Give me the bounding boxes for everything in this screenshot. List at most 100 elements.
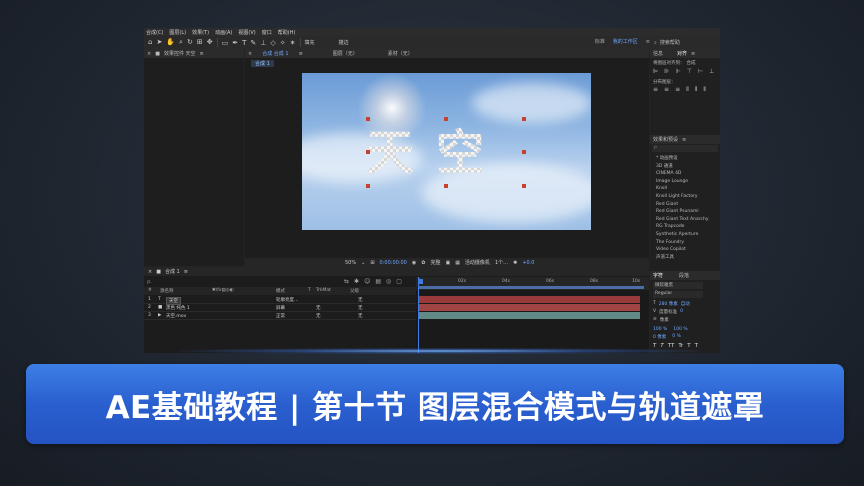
menu-layer[interactable]: 图层(L) — [169, 29, 186, 36]
playhead[interactable] — [418, 277, 423, 353]
effects-category[interactable]: Video Copilot — [650, 246, 720, 254]
exposure-icon[interactable]: ✺ — [513, 260, 517, 266]
grid-icon[interactable]: ⊞ — [370, 260, 374, 266]
align-tab[interactable]: 对齐 — [677, 50, 687, 57]
chevron-down-icon[interactable]: ⌄ — [361, 260, 365, 266]
camera-select[interactable]: 活动摄像机 — [465, 259, 490, 266]
effects-search-input[interactable]: ρ — [652, 145, 718, 152]
close-icon[interactable]: × — [148, 269, 152, 275]
leading-value[interactable]: 自动 — [681, 301, 690, 307]
layer-mode[interactable]: 屏幕 — [276, 305, 285, 311]
transform-handle[interactable] — [522, 117, 526, 121]
timeline-tab[interactable]: 合成 1 — [165, 268, 180, 275]
draft-3d-icon[interactable]: ✱ — [354, 278, 359, 285]
paragraph-tab[interactable]: 段落 — [679, 272, 689, 279]
search-help[interactable]: ⌕ 搜索帮助 — [654, 38, 718, 47]
views-select[interactable]: 1个… — [495, 259, 508, 266]
transform-handle[interactable] — [444, 184, 448, 188]
table-row[interactable]: 3 ▶ 天空.mov 正常 无 无 — [144, 312, 416, 320]
transform-handle[interactable] — [522, 184, 526, 188]
font-family-select[interactable]: 微软雅黑 — [653, 282, 703, 289]
distribute-bottom-icon[interactable]: ≡ — [675, 86, 680, 94]
font-size-value[interactable]: 280 像素 — [659, 301, 678, 307]
vertical-scale-value[interactable]: 100 % — [653, 327, 667, 332]
transform-handle[interactable] — [366, 184, 370, 188]
timeline-tracks[interactable]: 0s 02s 04s 06s 08s 10s — [416, 277, 649, 353]
layer-mode[interactable]: 正常 — [276, 313, 285, 319]
panel-menu-icon[interactable]: ≡ — [682, 137, 686, 143]
effects-category[interactable]: Knoll — [650, 185, 720, 193]
pan-behind-icon[interactable]: ✥ — [207, 38, 213, 47]
brush-tool-icon[interactable]: ✎ — [250, 39, 256, 47]
table-row[interactable]: 2 ■ 黑色 纯色 1 屏幕 无 无 — [144, 304, 416, 312]
type-tool-icon[interactable]: T — [242, 39, 246, 47]
layer-bar[interactable] — [418, 312, 640, 319]
roto-brush-icon[interactable]: ✧ — [280, 39, 286, 47]
layer-bar[interactable] — [418, 304, 640, 311]
zoom-select[interactable]: 50% — [345, 260, 356, 266]
menu-help[interactable]: 帮助(H) — [278, 29, 296, 36]
effects-category[interactable]: Image Lounge — [650, 178, 720, 186]
hand-tool-icon[interactable]: ✋ — [166, 38, 175, 47]
menu-effect[interactable]: 效果(T) — [192, 29, 209, 36]
layer-parent[interactable]: 无 — [358, 297, 363, 303]
transform-handle[interactable] — [444, 117, 448, 121]
font-style-select[interactable]: Regular — [653, 291, 703, 298]
effects-category[interactable]: CINEMA 4D — [650, 170, 720, 178]
layer-name[interactable]: 天空.mov — [166, 313, 186, 319]
align-bottom-icon[interactable]: ⊥ — [709, 68, 714, 75]
resolution-select[interactable]: 完整 — [430, 259, 440, 266]
layer-name[interactable]: 黑色 纯色 1 — [166, 305, 190, 311]
menu-animation[interactable]: 动画(A) — [215, 29, 232, 36]
selection-tool-icon[interactable]: ➤ — [156, 38, 162, 47]
kerning-value[interactable]: 度量标准 — [659, 309, 677, 315]
effects-category[interactable]: RG Trapcode — [650, 223, 720, 231]
distribute-right-icon[interactable]: ⦀ — [703, 86, 706, 94]
layer-tab[interactable]: 图层（无） — [333, 50, 358, 57]
comp-mini-flowchart-icon[interactable]: ⇆ — [344, 278, 349, 285]
effects-category[interactable]: * 动画预设 — [650, 155, 720, 163]
region-icon[interactable]: ▣ — [445, 260, 450, 266]
layer-trkmat[interactable]: 无 — [316, 305, 321, 311]
exposure-value[interactable]: +0.0 — [522, 260, 534, 266]
menu-compose[interactable]: 合成(C) — [146, 29, 163, 36]
close-icon[interactable]: × — [248, 51, 252, 57]
stroke-width-value[interactable]: 像素 — [660, 317, 669, 323]
camera-tool-icon[interactable]: ⊞ — [197, 38, 203, 47]
align-vcenter-icon[interactable]: ⊢ — [698, 68, 703, 75]
color-icon[interactable]: ✿ — [421, 260, 425, 266]
baseline-value[interactable]: 0 像素 — [653, 334, 666, 340]
character-tab[interactable]: 字符 — [653, 272, 663, 279]
distribute-top-icon[interactable]: ≡ — [653, 86, 658, 94]
align-left-icon[interactable]: ⊫ — [653, 68, 658, 75]
workspace-standard[interactable]: 标准 — [595, 38, 605, 45]
comp-breadcrumb[interactable]: 合成 1 — [251, 60, 274, 67]
comp-tab[interactable]: 合成 合成 1 — [262, 50, 288, 57]
distribute-vcenter-icon[interactable]: ≡ — [664, 86, 669, 94]
transform-handle[interactable] — [366, 117, 370, 121]
info-tab[interactable]: 信息 — [653, 50, 663, 57]
effects-category[interactable]: 3D 通道 — [650, 163, 720, 171]
home-icon[interactable]: ⌂ — [148, 38, 152, 47]
time-ruler[interactable]: 0s 02s 04s 06s 08s 10s — [416, 277, 649, 290]
align-hcenter-icon[interactable]: ⊪ — [664, 68, 669, 75]
shy-icon[interactable]: ☺ — [364, 278, 370, 285]
pen-tool-icon[interactable]: ✒ — [232, 39, 238, 47]
effects-category[interactable]: Red Giant Psunami — [650, 208, 720, 216]
effects-category[interactable]: 声道工具 — [650, 254, 720, 262]
timecode[interactable]: 0:00:00:00 — [380, 260, 407, 266]
menu-window[interactable]: 窗口 — [262, 29, 272, 36]
effects-category[interactable]: Red Giant — [650, 201, 720, 209]
clone-stamp-icon[interactable]: ⊥ — [260, 39, 266, 47]
layer-parent[interactable]: 无 — [358, 313, 363, 319]
panel-menu-icon[interactable]: ≡ — [691, 51, 695, 57]
frame-blend-icon[interactable]: ▤ — [375, 278, 381, 285]
effects-category[interactable]: Red Giant Text Anarchy — [650, 216, 720, 224]
panel-menu-icon[interactable]: ≡ — [184, 269, 188, 275]
transparency-grid-icon[interactable]: ▦ — [455, 260, 460, 266]
layer-trkmat[interactable]: 无 — [316, 313, 321, 319]
eraser-icon[interactable]: ◇ — [270, 39, 275, 47]
layer-mode[interactable]: 轮廓亮度… — [276, 297, 299, 303]
puppet-pin-icon[interactable]: ✶ — [290, 39, 296, 47]
rectangle-tool-icon[interactable]: ▭ — [222, 39, 229, 47]
